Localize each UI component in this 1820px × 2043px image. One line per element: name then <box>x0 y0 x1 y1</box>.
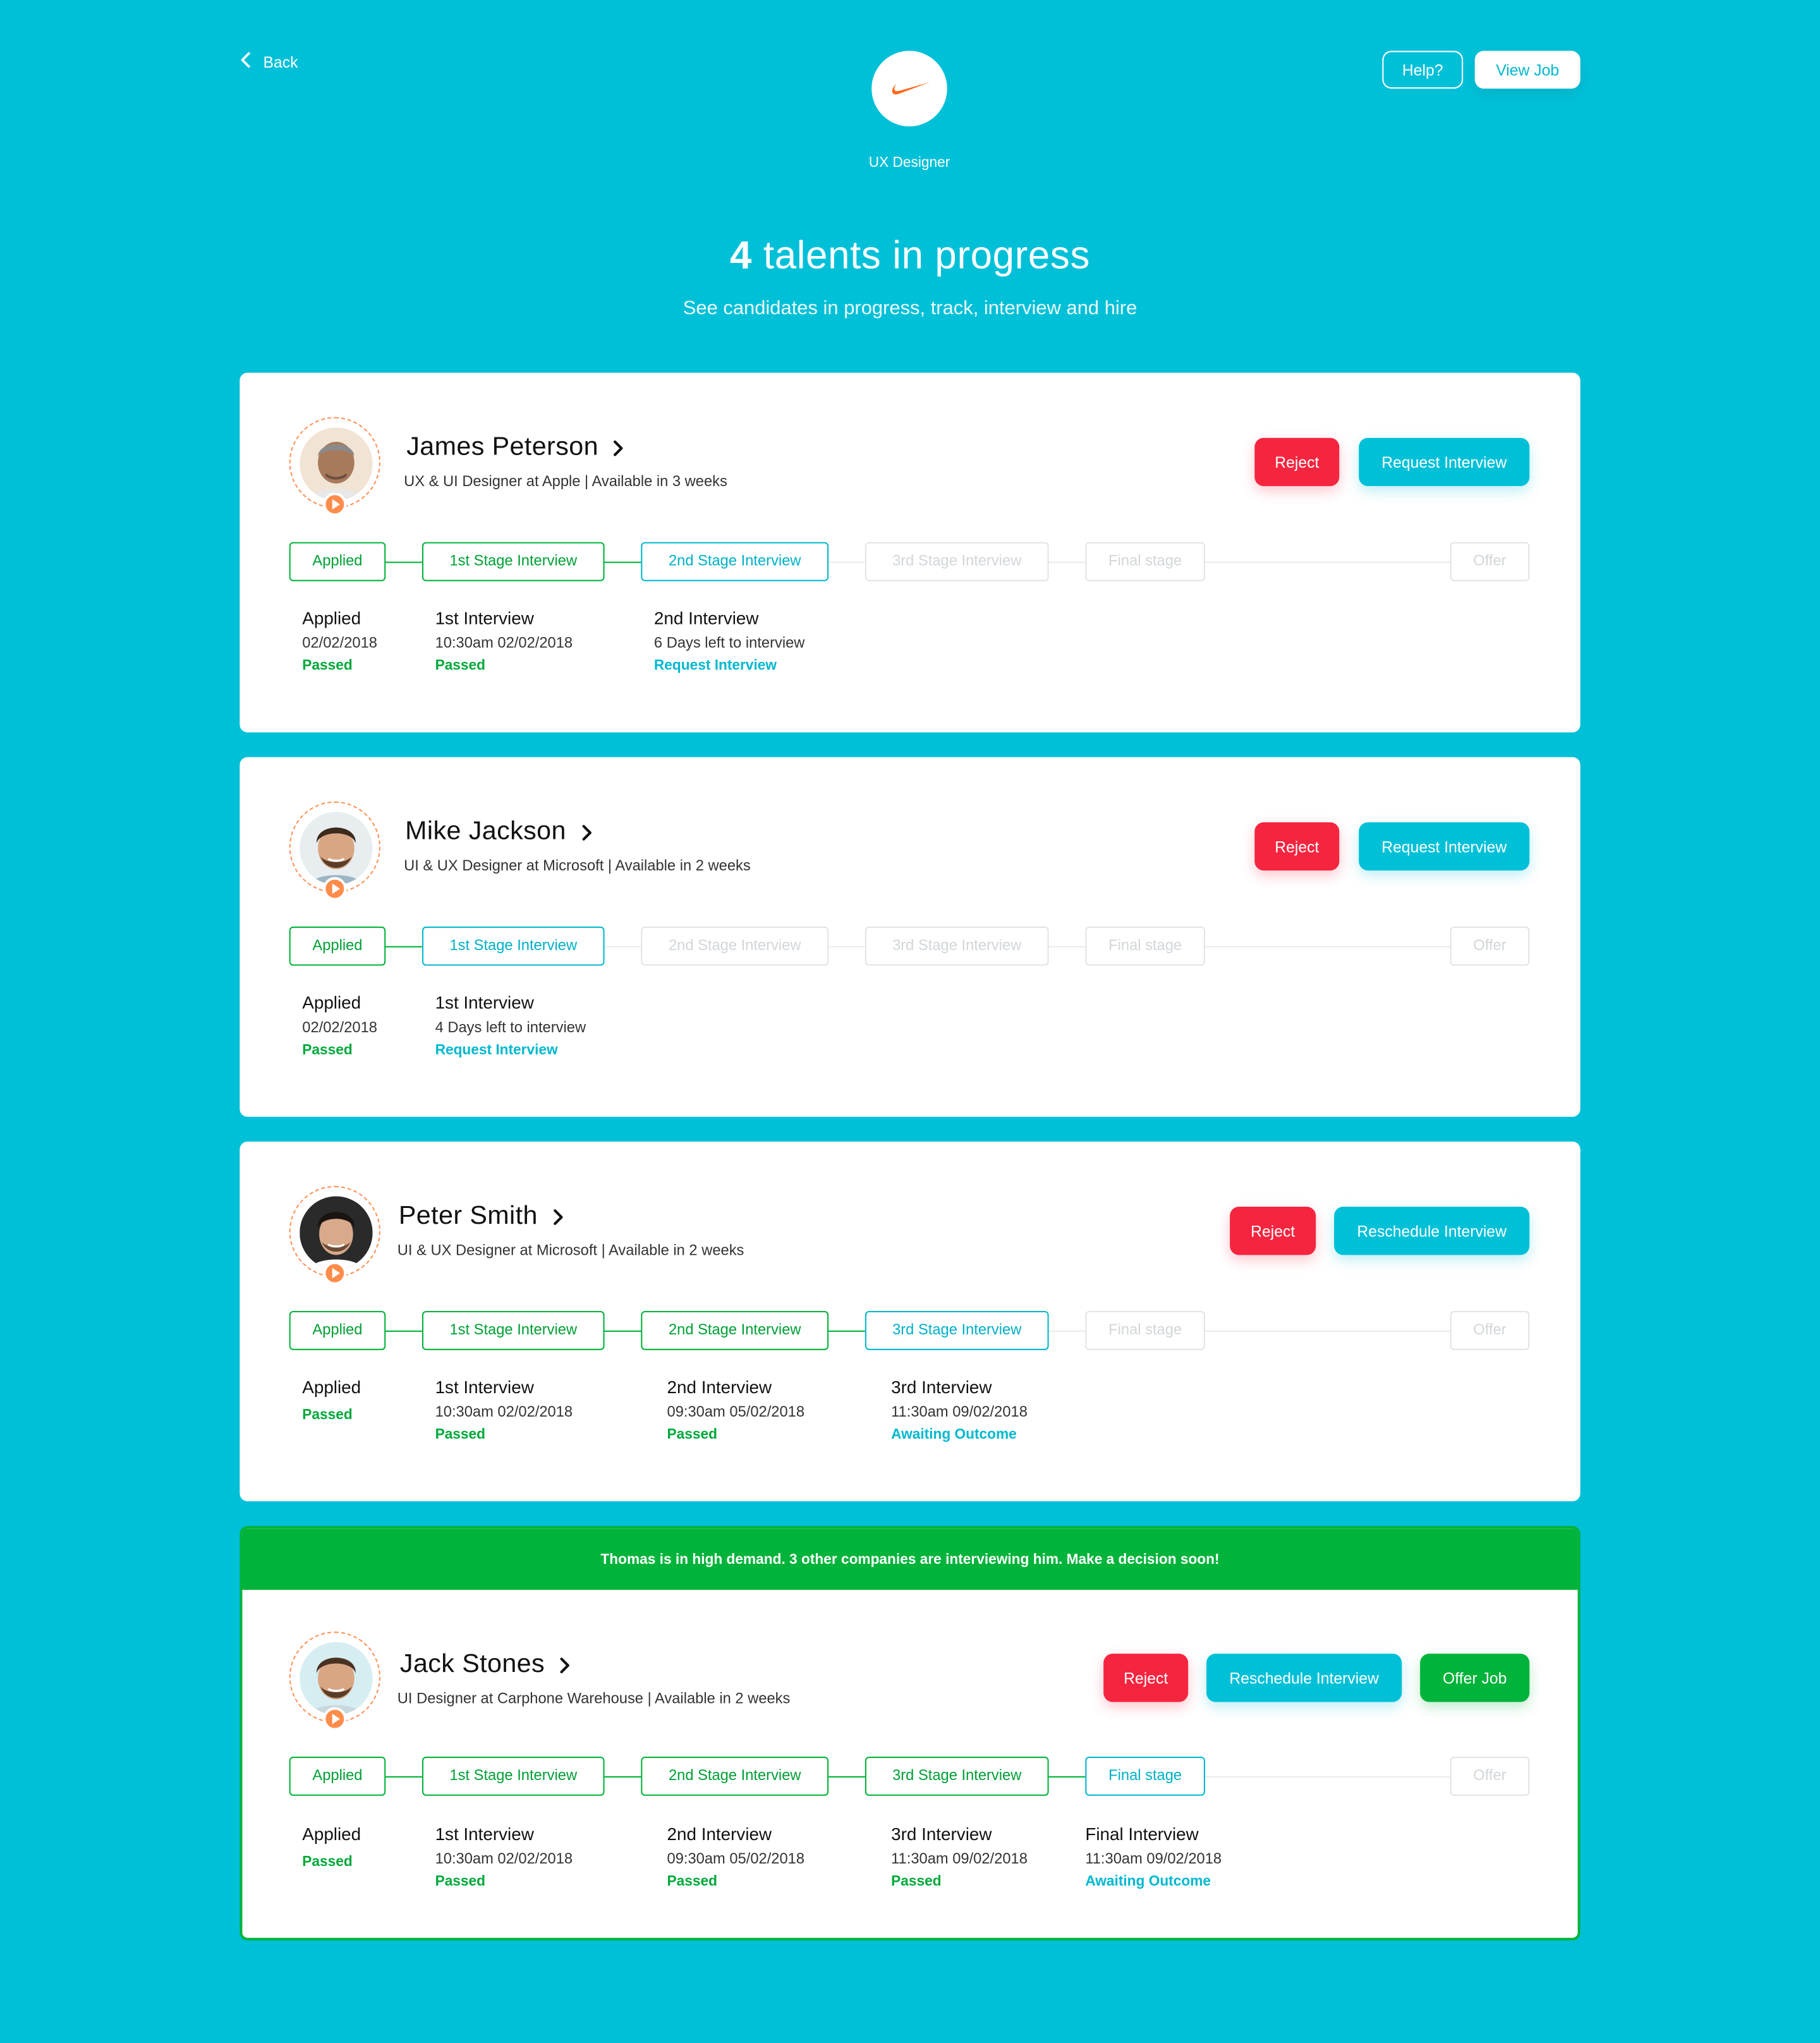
detail-2nd-interview: 2nd Interview 09:30am 05/02/2018 Passed <box>667 1824 805 1890</box>
detail-applied: Applied 02/02/2018 Passed <box>302 992 377 1059</box>
detail-applied: Applied Passed <box>302 1824 361 1870</box>
stage-offer: Offer <box>1450 1757 1530 1796</box>
stage-offer: Offer <box>1450 542 1530 582</box>
detail-2nd-interview: 2nd Interview 6 Days left to interview R… <box>653 608 805 674</box>
stage-1st-interview: 1st Stage Interview <box>422 542 605 582</box>
detail-1st-interview: 1st Interview 10:30am 02/02/2018 Passed <box>435 608 573 674</box>
candidate-name: James Peterson <box>406 432 598 461</box>
chevron-right-icon <box>558 1656 571 1674</box>
stage-progress: Applied 1st Stage Interview 2nd Stage In… <box>289 1310 1530 1350</box>
avatar-photo <box>300 427 373 501</box>
detail-1st-interview: 1st Interview 10:30am 02/02/2018 Passed <box>435 1377 573 1443</box>
stage-progress: Applied 1st Stage Interview 2nd Stage In… <box>289 542 1530 582</box>
stage-applied: Applied <box>289 1757 386 1796</box>
page-subtitle: See candidates in progress, track, inter… <box>682 297 1138 320</box>
detail-3rd-interview: 3rd Interview 11:30am 09/02/2018 Passed <box>891 1824 1028 1890</box>
stage-1st-interview: 1st Stage Interview <box>422 926 605 966</box>
company-logo <box>871 51 947 126</box>
page-title: 4 talents in progress <box>0 235 1820 279</box>
candidate-card: Peter Smith UI & UX Designer at Microsof… <box>240 1141 1580 1501</box>
stage-offer: Offer <box>1450 926 1530 966</box>
request-interview-button[interactable]: Request Interview <box>1359 437 1530 486</box>
avatar-photo <box>300 812 373 885</box>
help-button[interactable]: Help? <box>1382 51 1464 89</box>
stage-2nd-interview: 2nd Stage Interview <box>641 1310 829 1350</box>
candidate-card: Mike Jackson UI & UX Designer at Microso… <box>240 757 1580 1117</box>
play-video-icon[interactable] <box>323 492 347 516</box>
swoosh-icon <box>892 82 930 95</box>
page: Back UX Designer Help? View Job 4 talent… <box>0 0 1820 2043</box>
stage-3rd-interview: 3rd Stage Interview <box>864 1757 1049 1796</box>
reject-button[interactable]: Reject <box>1254 437 1340 486</box>
candidate-name: Peter Smith <box>398 1201 538 1231</box>
play-video-icon[interactable] <box>323 877 347 901</box>
detail-applied: Applied 02/02/2018 Passed <box>302 608 377 674</box>
stage-3rd-interview: 3rd Stage Interview <box>864 1310 1049 1350</box>
detail-3rd-interview: 3rd Interview 11:30am 09/02/2018 Awaitin… <box>891 1377 1028 1443</box>
stage-applied: Applied <box>289 926 386 966</box>
stage-1st-interview: 1st Stage Interview <box>422 1310 605 1350</box>
chevron-right-icon <box>550 1207 564 1226</box>
detail-applied: Applied Passed <box>302 1377 361 1424</box>
candidate-name-row[interactable]: Jack Stones <box>400 1650 571 1680</box>
avatar-photo <box>300 1196 373 1269</box>
candidate-card: James Peterson UX & UI Designer at Apple… <box>240 372 1580 733</box>
detail-1st-interview: 1st Interview 4 Days left to interview R… <box>435 992 586 1059</box>
reschedule-interview-button[interactable]: Reschedule Interview <box>1206 1654 1402 1702</box>
detail-2nd-interview: 2nd Interview 09:30am 05/02/2018 Passed <box>667 1377 805 1443</box>
play-video-icon[interactable] <box>323 1261 347 1285</box>
candidate-name-row[interactable]: Peter Smith <box>399 1202 564 1231</box>
reject-button[interactable]: Reject <box>1230 1207 1316 1255</box>
back-link[interactable]: Back <box>240 52 298 71</box>
stage-final: Final stage <box>1085 1757 1205 1796</box>
chevron-right-icon <box>579 823 593 841</box>
candidate-name-row[interactable]: James Peterson <box>406 432 624 462</box>
stage-applied: Applied <box>289 1310 386 1350</box>
reject-button[interactable]: Reject <box>1103 1654 1189 1702</box>
play-video-icon[interactable] <box>323 1707 347 1731</box>
avatar[interactable] <box>289 801 380 901</box>
avatar[interactable] <box>289 1186 380 1285</box>
candidate-role: UX & UI Designer at Apple | Available in… <box>404 474 727 491</box>
stage-2nd-interview: 2nd Stage Interview <box>641 1757 829 1796</box>
title-text: talents in progress <box>763 235 1091 278</box>
reschedule-interview-button[interactable]: Reschedule Interview <box>1334 1207 1530 1255</box>
stage-offer: Offer <box>1450 1310 1530 1350</box>
back-label: Back <box>263 52 298 71</box>
candidate-role: UI & UX Designer at Microsoft | Availabl… <box>404 858 751 875</box>
stage-final: Final stage <box>1085 1310 1205 1350</box>
avatar[interactable] <box>289 417 380 516</box>
job-title: UX Designer <box>868 155 950 171</box>
candidate-role: UI & UX Designer at Microsoft | Availabl… <box>397 1243 744 1259</box>
stage-3rd-interview: 3rd Stage Interview <box>864 926 1049 966</box>
view-job-button[interactable]: View Job <box>1474 51 1580 89</box>
candidate-name-row[interactable]: Mike Jackson <box>405 817 592 847</box>
stage-2nd-interview: 2nd Stage Interview <box>641 542 829 582</box>
high-demand-banner: Thomas is in high demand. 3 other compan… <box>242 1528 1578 1590</box>
reject-button[interactable]: Reject <box>1254 822 1340 871</box>
request-interview-link[interactable]: Request Interview <box>654 658 805 674</box>
avatar[interactable] <box>289 1631 380 1731</box>
detail-1st-interview: 1st Interview 10:30am 02/02/2018 Passed <box>435 1824 573 1890</box>
avatar-photo <box>300 1642 373 1716</box>
stage-final: Final stage <box>1085 542 1205 582</box>
stage-applied: Applied <box>289 542 386 582</box>
candidate-card-high-demand: Thomas is in high demand. 3 other compan… <box>240 1526 1580 1941</box>
stage-3rd-interview: 3rd Stage Interview <box>864 542 1049 582</box>
detail-final-interview: Final Interview 11:30am 09/02/2018 Await… <box>1085 1824 1222 1890</box>
stage-final: Final stage <box>1085 926 1205 966</box>
chevron-right-icon <box>612 439 625 457</box>
candidate-role: UI Designer at Carphone Warehouse | Avai… <box>397 1691 791 1707</box>
stage-2nd-interview: 2nd Stage Interview <box>641 926 829 966</box>
candidate-name: Jack Stones <box>399 1649 545 1679</box>
stage-progress: Applied 1st Stage Interview 2nd Stage In… <box>289 926 1530 966</box>
stage-1st-interview: 1st Stage Interview <box>422 1757 605 1796</box>
candidate-name: Mike Jackson <box>405 817 566 846</box>
request-interview-button[interactable]: Request Interview <box>1359 822 1530 871</box>
offer-job-button[interactable]: Offer Job <box>1420 1654 1530 1702</box>
chevron-left-icon <box>240 52 253 71</box>
request-interview-link[interactable]: Request Interview <box>435 1042 586 1058</box>
talent-count: 4 <box>730 235 753 278</box>
stage-progress: Applied 1st Stage Interview 2nd Stage In… <box>289 1757 1530 1796</box>
